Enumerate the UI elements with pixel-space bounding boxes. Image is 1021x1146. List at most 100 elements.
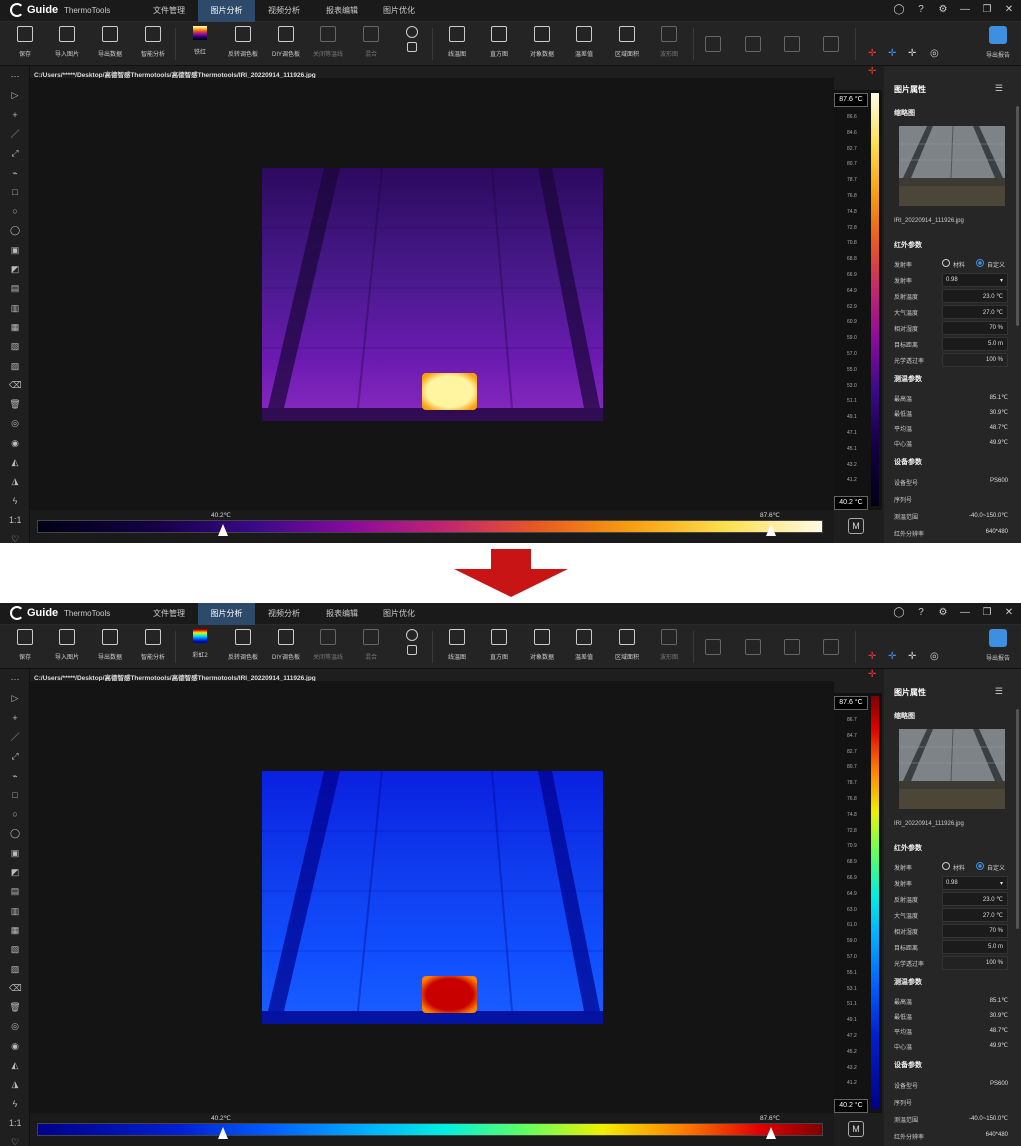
line-temp-button[interactable]: 线温图 xyxy=(437,26,477,58)
left-tool-19-icon[interactable]: ◉ xyxy=(9,437,21,449)
humidity-input[interactable]: 70 % xyxy=(942,321,1008,335)
restore-icon[interactable]: ❐ xyxy=(981,4,993,16)
target-icon[interactable]: ◎ xyxy=(930,651,939,663)
left-tool-23-icon[interactable]: 1:1 xyxy=(9,1117,22,1129)
invert-palette-button[interactable]: 反转调色板 xyxy=(223,26,263,58)
left-tool-22-icon[interactable]: ϟ xyxy=(9,1098,21,1110)
temp-diff-button[interactable]: 温差值 xyxy=(564,26,604,58)
3d-button[interactable] xyxy=(394,26,430,52)
distance-input[interactable]: 5.0 m xyxy=(942,940,1008,954)
export-report-button[interactable]: 导出报告 xyxy=(981,26,1015,59)
image-canvas[interactable] xyxy=(30,78,834,510)
export-report-button[interactable]: 导出报告 xyxy=(981,629,1015,662)
panel-scrollbar[interactable] xyxy=(1016,709,1019,929)
left-tool-12-icon[interactable]: ▥ xyxy=(9,302,21,314)
emissivity-select[interactable]: 0.98 ▾ xyxy=(942,876,1008,890)
left-tool-10-icon[interactable]: ◩ xyxy=(9,263,21,275)
min-temp-point-icon[interactable]: ✛ xyxy=(888,48,896,60)
export-data-button[interactable]: 导出数据 xyxy=(90,629,130,661)
left-tool-1-icon[interactable]: ▷ xyxy=(9,89,21,101)
menu-tab-0[interactable]: 文件管理 xyxy=(140,0,198,22)
diy-palette-button[interactable]: DIY调色板 xyxy=(266,629,306,661)
left-tool-23-icon[interactable]: 1:1 xyxy=(9,514,22,526)
diy-palette-button[interactable]: DIY调色板 xyxy=(266,26,306,58)
transmit-input[interactable]: 100 % xyxy=(942,353,1008,367)
left-tool-9-icon[interactable]: ▣ xyxy=(9,847,21,859)
settings-icon[interactable]: ⚙ xyxy=(937,4,949,16)
left-tool-1-icon[interactable]: ▷ xyxy=(9,692,21,704)
left-tool-20-icon[interactable]: ◭ xyxy=(9,1059,21,1071)
transmit-input[interactable]: 100 % xyxy=(942,956,1008,970)
comment-button[interactable] xyxy=(693,36,733,52)
min-temp-point-icon[interactable]: ✛ xyxy=(888,651,896,663)
distance-input[interactable]: 5.0 m xyxy=(942,337,1008,351)
object-data-button[interactable]: 对象数据 xyxy=(522,26,562,58)
save-button[interactable]: 保存 xyxy=(5,26,45,58)
left-tool-24-icon[interactable]: ♡ xyxy=(9,533,21,543)
scale-max-value[interactable]: 87.6 °C xyxy=(834,93,868,107)
save-button[interactable]: 保存 xyxy=(5,629,45,661)
line-temp-button[interactable]: 线温图 xyxy=(437,629,477,661)
left-tool-6-icon[interactable]: □ xyxy=(9,789,21,801)
left-tool-24-icon[interactable]: ♡ xyxy=(9,1136,21,1146)
waveform-button[interactable]: 波形图 xyxy=(649,629,689,661)
left-tool-6-icon[interactable]: □ xyxy=(9,186,21,198)
menu-tab-3[interactable]: 报表编辑 xyxy=(313,603,371,625)
scale-min-value[interactable]: 40.2 °C xyxy=(834,496,868,510)
custom-radio[interactable] xyxy=(976,862,984,870)
manual-mode-button[interactable]: M xyxy=(848,518,864,534)
atmos-input[interactable]: 27.0 ℃ xyxy=(942,908,1008,922)
snapshot-button[interactable] xyxy=(733,639,773,655)
minimize-icon[interactable]: — xyxy=(959,607,971,619)
invert-palette-button[interactable]: 反转调色板 xyxy=(223,629,263,661)
left-tool-5-icon[interactable]: ⌁ xyxy=(9,770,21,782)
left-tool-17-icon[interactable]: 🗑 xyxy=(9,1001,21,1013)
left-tool-11-icon[interactable]: ▤ xyxy=(9,282,21,294)
settings-icon[interactable]: ⚙ xyxy=(937,607,949,619)
import-image-button[interactable]: 导入图片 xyxy=(47,26,87,58)
max-temp-point-icon[interactable]: ✛ xyxy=(868,48,876,60)
temp-diff-button[interactable]: 温差值 xyxy=(564,629,604,661)
menu-tab-1[interactable]: 图片分析 xyxy=(198,0,255,22)
user-icon[interactable]: ◯ xyxy=(893,4,905,16)
scale-max-value[interactable]: 87.6 °C xyxy=(834,696,868,710)
panel-scrollbar[interactable] xyxy=(1016,106,1019,326)
left-tool-5-icon[interactable]: ⌁ xyxy=(9,167,21,179)
high-marker-handle[interactable] xyxy=(766,1127,776,1139)
low-marker-handle[interactable] xyxy=(218,1127,228,1139)
export-data-button[interactable]: 导出数据 xyxy=(90,26,130,58)
import-image-button[interactable]: 导入图片 xyxy=(47,629,87,661)
low-marker-handle[interactable] xyxy=(218,524,228,536)
3d-button[interactable] xyxy=(394,629,430,655)
left-tool-7-icon[interactable]: ○ xyxy=(9,205,21,217)
atmos-input[interactable]: 27.0 ℃ xyxy=(942,305,1008,319)
area-button[interactable]: 区域面积 xyxy=(607,26,647,58)
palette-select[interactable]: 铁红 xyxy=(180,26,220,56)
panel-menu-icon[interactable]: ☰ xyxy=(995,83,1003,94)
custom-radio[interactable] xyxy=(976,259,984,267)
center-point-icon[interactable]: ✛ xyxy=(908,48,916,60)
close-icon[interactable]: ✕ xyxy=(1003,607,1015,619)
user-icon[interactable]: ◯ xyxy=(893,607,905,619)
left-tool-13-icon[interactable]: ▦ xyxy=(9,321,21,333)
menu-tab-3[interactable]: 报表编辑 xyxy=(313,0,371,22)
histogram-button[interactable]: 直方图 xyxy=(479,26,519,58)
left-tool-3-icon[interactable]: ／ xyxy=(9,731,21,743)
reflect-input[interactable]: 23.0 ℃ xyxy=(942,289,1008,303)
thermal-image[interactable] xyxy=(262,168,603,421)
blend-button[interactable]: 混合 xyxy=(351,26,391,58)
help-icon[interactable]: ? xyxy=(915,4,927,16)
left-tool-2-icon[interactable]: + xyxy=(9,712,21,724)
comment-button[interactable] xyxy=(693,639,733,655)
left-tool-14-icon[interactable]: ▧ xyxy=(9,340,21,352)
left-tool-14-icon[interactable]: ▧ xyxy=(9,943,21,955)
area-button[interactable]: 区域面积 xyxy=(607,629,647,661)
menu-tab-2[interactable]: 视频分析 xyxy=(255,0,313,22)
left-tool-15-icon[interactable]: ▨ xyxy=(9,963,21,975)
left-tool-21-icon[interactable]: ◮ xyxy=(9,475,21,487)
left-tool-15-icon[interactable]: ▨ xyxy=(9,360,21,372)
high-marker-handle[interactable] xyxy=(766,524,776,536)
left-tool-17-icon[interactable]: 🗑 xyxy=(9,398,21,410)
menu-tab-0[interactable]: 文件管理 xyxy=(140,603,198,625)
reflect-input[interactable]: 23.0 ℃ xyxy=(942,892,1008,906)
